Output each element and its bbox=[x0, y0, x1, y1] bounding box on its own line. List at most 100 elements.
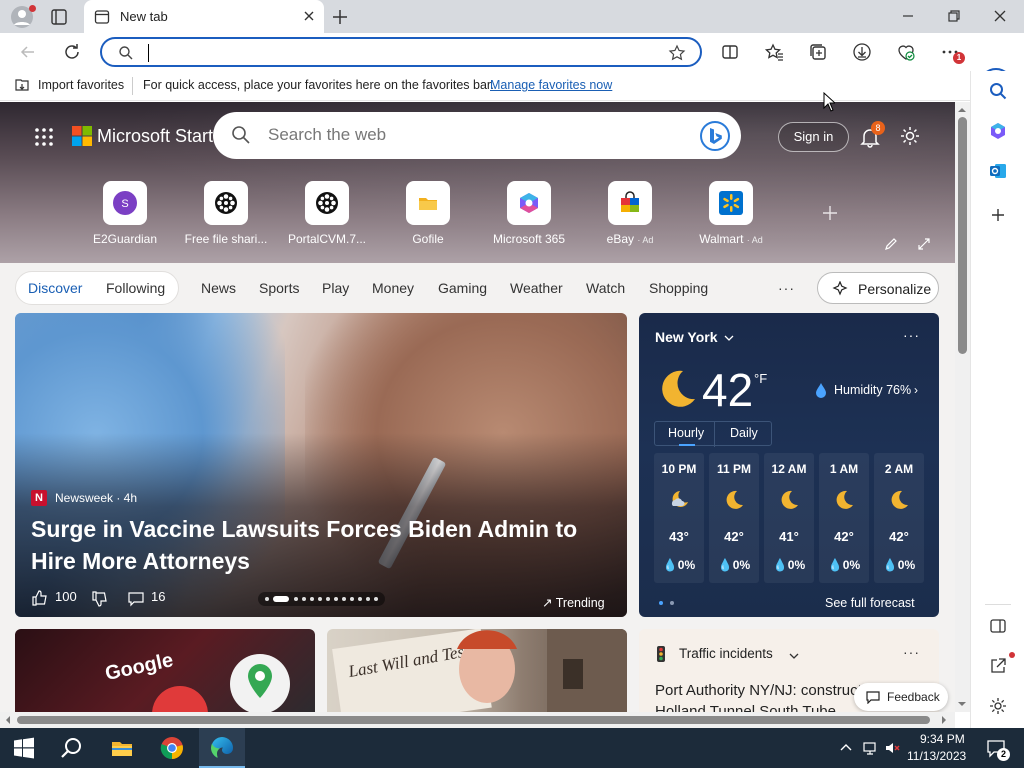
quick-link-portalcvm[interactable]: PortalCVM.7... bbox=[275, 180, 379, 250]
minimize-button[interactable] bbox=[898, 6, 918, 26]
add-quick-link-icon[interactable] bbox=[821, 204, 839, 222]
will-story-card[interactable]: Last Will and Testament bbox=[327, 629, 627, 712]
sidebar-search-icon[interactable] bbox=[988, 81, 1008, 101]
sign-in-button[interactable]: Sign in bbox=[778, 122, 849, 152]
carousel-indicator[interactable] bbox=[258, 592, 385, 606]
sidebar-add-icon[interactable] bbox=[988, 205, 1008, 225]
weather-card[interactable]: New York ··· 42 °F Humidity 76% › Hourly… bbox=[639, 313, 939, 617]
refresh-icon[interactable] bbox=[62, 42, 82, 62]
sidebar-microsoft365-icon[interactable] bbox=[988, 121, 1008, 141]
dislike-icon[interactable] bbox=[91, 590, 109, 608]
google-story-card[interactable]: Google bbox=[15, 629, 315, 712]
volume-muted-icon[interactable] bbox=[884, 740, 900, 756]
sidebar-settings-icon[interactable] bbox=[988, 696, 1008, 716]
show-hidden-icons-chevron[interactable] bbox=[838, 740, 854, 756]
import-favorites-button[interactable]: Import favorites bbox=[38, 78, 124, 92]
quick-link-walmart[interactable]: Walmart · Ad bbox=[679, 180, 783, 250]
tab-sports[interactable]: Sports bbox=[259, 280, 299, 296]
feedback-button[interactable]: Feedback bbox=[854, 683, 948, 711]
tab-following[interactable]: Following bbox=[106, 280, 165, 296]
taskbar-time[interactable]: 9:34 PM bbox=[920, 732, 965, 746]
web-search-input[interactable] bbox=[268, 123, 688, 147]
browser-essentials-icon[interactable] bbox=[896, 42, 916, 62]
search-taskbar-icon[interactable] bbox=[60, 736, 84, 760]
restore-button[interactable] bbox=[944, 6, 964, 26]
tab-weather[interactable]: Weather bbox=[510, 280, 563, 296]
quick-link-e2guardian[interactable]: S E2Guardian bbox=[73, 180, 177, 250]
downloads-icon[interactable] bbox=[852, 42, 872, 62]
windows-start-icon[interactable] bbox=[12, 736, 36, 760]
hide-sidebar-icon[interactable] bbox=[988, 616, 1008, 636]
scroll-up-arrow[interactable] bbox=[958, 106, 966, 114]
see-full-forecast-link[interactable]: See full forecast bbox=[825, 596, 915, 610]
back-arrow-icon[interactable] bbox=[18, 42, 38, 62]
tab-new-tab[interactable]: New tab bbox=[84, 0, 324, 33]
tab-gaming[interactable]: Gaming bbox=[438, 280, 487, 296]
more-tabs-button[interactable]: ··· bbox=[778, 280, 795, 296]
scroll-down-arrow[interactable] bbox=[958, 700, 966, 708]
new-tab-button[interactable] bbox=[330, 7, 350, 27]
scroll-right-arrow[interactable] bbox=[940, 716, 948, 724]
temperature-unit[interactable]: °F bbox=[754, 371, 767, 386]
vertical-scrollbar[interactable] bbox=[955, 102, 970, 712]
weather-location[interactable]: New York bbox=[655, 329, 718, 345]
tab-news[interactable]: News bbox=[201, 280, 236, 296]
edit-background-icon[interactable] bbox=[884, 237, 898, 251]
collections-icon[interactable] bbox=[808, 42, 828, 62]
hour-item[interactable]: 10 PM 43° 💧0% bbox=[654, 453, 704, 583]
tab-discover[interactable]: Discover bbox=[28, 280, 82, 296]
favorites-icon[interactable] bbox=[764, 42, 784, 62]
close-tab-icon[interactable] bbox=[302, 9, 316, 23]
manage-favorites-link[interactable]: Manage favorites now bbox=[490, 78, 612, 92]
hour-item[interactable]: 11 PM 42° 💧0% bbox=[709, 453, 759, 583]
external-link-icon[interactable] bbox=[988, 656, 1008, 676]
chrome-icon[interactable] bbox=[160, 736, 184, 760]
quick-link-free-file-sharing[interactable]: Free file shari... bbox=[174, 180, 278, 250]
vertical-scroll-thumb[interactable] bbox=[958, 117, 967, 354]
quick-link-gofile[interactable]: Gofile bbox=[376, 180, 480, 250]
chevron-right-icon[interactable]: › bbox=[914, 383, 918, 397]
sidebar-outlook-icon[interactable] bbox=[988, 161, 1008, 181]
chevron-down-icon[interactable] bbox=[789, 651, 799, 661]
tab-hourly[interactable]: Hourly bbox=[668, 426, 704, 440]
traffic-label[interactable]: Traffic incidents bbox=[679, 646, 773, 661]
tab-daily[interactable]: Daily bbox=[730, 426, 758, 440]
traffic-more-button[interactable]: ··· bbox=[903, 644, 920, 660]
tab-actions-icon[interactable] bbox=[50, 8, 68, 26]
tab-shopping[interactable]: Shopping bbox=[649, 280, 708, 296]
horizontal-scroll-thumb[interactable] bbox=[17, 716, 930, 724]
favorite-star-icon[interactable] bbox=[668, 44, 686, 62]
hour-item[interactable]: 12 AM 41° 💧0% bbox=[764, 453, 814, 583]
comment-icon[interactable] bbox=[127, 590, 145, 608]
file-explorer-icon[interactable] bbox=[110, 736, 134, 760]
personalize-button[interactable]: Personalize bbox=[817, 272, 939, 304]
tab-money[interactable]: Money bbox=[372, 280, 414, 296]
microsoft-start-brand[interactable]: Microsoft Start bbox=[97, 126, 213, 147]
address-input[interactable] bbox=[152, 42, 652, 64]
humidity-value[interactable]: Humidity 76% bbox=[834, 383, 911, 397]
taskbar-date[interactable]: 11/13/2023 bbox=[907, 749, 966, 763]
edge-icon[interactable] bbox=[210, 736, 234, 760]
quick-link-ebay[interactable]: eBay · Ad bbox=[578, 180, 682, 250]
split-screen-icon[interactable] bbox=[720, 42, 740, 62]
hour-item[interactable]: 2 AM 42° 💧0% bbox=[874, 453, 924, 583]
app-launcher-icon[interactable] bbox=[34, 127, 54, 147]
weather-pager-dots[interactable] bbox=[659, 601, 675, 605]
bing-chat-icon[interactable] bbox=[699, 120, 731, 152]
scroll-left-arrow[interactable] bbox=[4, 716, 12, 724]
quick-link-microsoft-365[interactable]: Microsoft 365 bbox=[477, 180, 581, 250]
story-headline[interactable]: Surge in Vaccine Lawsuits Forces Biden A… bbox=[31, 513, 601, 577]
import-favorites-icon[interactable] bbox=[14, 77, 30, 93]
horizontal-scrollbar[interactable] bbox=[0, 712, 955, 728]
tab-watch[interactable]: Watch bbox=[586, 280, 625, 296]
close-window-button[interactable] bbox=[990, 6, 1010, 26]
web-search-box[interactable] bbox=[213, 112, 741, 159]
address-bar[interactable] bbox=[100, 37, 702, 67]
network-icon[interactable] bbox=[862, 740, 878, 756]
main-story-card[interactable]: N Newsweek · 4h Surge in Vaccine Lawsuit… bbox=[15, 313, 627, 617]
like-icon[interactable] bbox=[31, 589, 49, 607]
hour-item[interactable]: 1 AM 42° 💧0% bbox=[819, 453, 869, 583]
weather-more-button[interactable]: ··· bbox=[903, 327, 920, 343]
tab-play[interactable]: Play bbox=[322, 280, 349, 296]
page-settings-icon[interactable] bbox=[899, 125, 921, 147]
